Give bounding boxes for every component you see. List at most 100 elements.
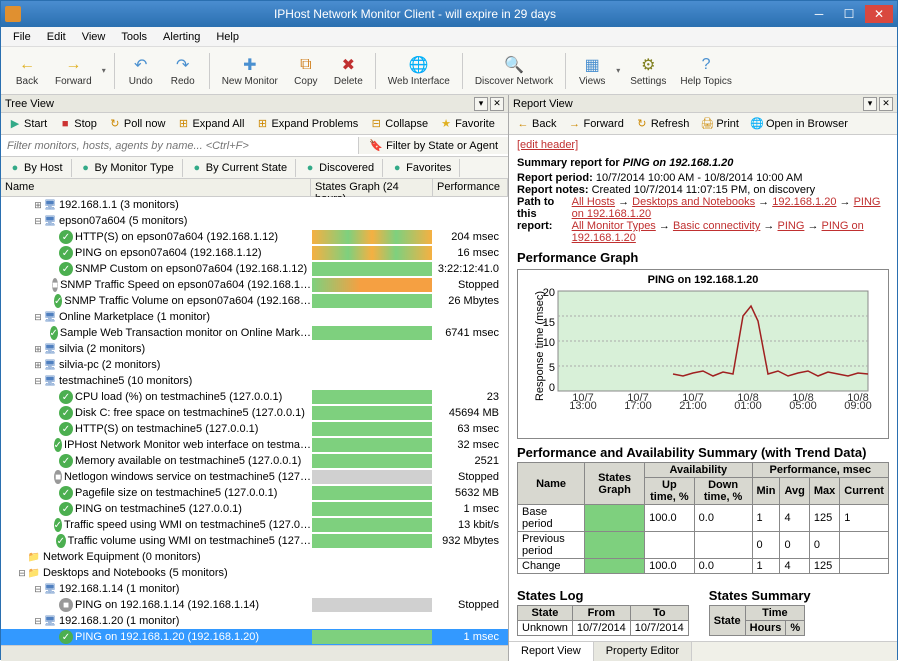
forward-button[interactable]: →Forward	[562, 116, 629, 132]
report-body[interactable]: [edit header] Summary report for PING on…	[509, 135, 897, 641]
dropdown-arrow[interactable]: ▾	[614, 66, 622, 75]
tree-row[interactable]: ✓SNMP Custom on epson07a604 (192.168.1.1…	[1, 261, 508, 277]
tree-row[interactable]: ✓Pagefile size on testmachine5 (127.0.0.…	[1, 485, 508, 501]
tab-by-current-state[interactable]: ●By Current State	[183, 159, 296, 177]
filter-by-state-button[interactable]: 🔖 Filter by State or Agent	[358, 137, 508, 154]
tree-row[interactable]: ⊞🖥192.168.1.1 (3 monitors)	[1, 197, 508, 213]
print-button[interactable]: 🖨Print	[695, 116, 745, 132]
discover-network-button[interactable]: 🔍Discover Network	[469, 52, 559, 89]
undo-button[interactable]: ↶Undo	[121, 52, 161, 89]
tree-row[interactable]: ✓Disk C: free space on testmachine5 (127…	[1, 405, 508, 421]
tree-row[interactable]: ✓SNMP Traffic Volume on epson07a604 (192…	[1, 293, 508, 309]
tree-row[interactable]: ■PING on 192.168.1.14 (192.168.1.14)Stop…	[1, 597, 508, 613]
maximize-button[interactable]: ☐	[835, 5, 863, 23]
refresh-button[interactable]: ↻Refresh	[630, 116, 696, 132]
states-graph-cell	[312, 566, 432, 580]
menu-help[interactable]: Help	[208, 29, 247, 45]
menu-edit[interactable]: Edit	[39, 29, 74, 45]
tree-row[interactable]: ⊞🖥silvia (2 monitors)	[1, 341, 508, 357]
tree-row[interactable]: ✓Sample Web Transaction monitor on Onlin…	[1, 325, 508, 341]
breadcrumb-link[interactable]: 192.168.1.20	[772, 196, 836, 208]
tab-report-view[interactable]: Report View	[509, 642, 594, 661]
tab-by-monitor-type[interactable]: ●By Monitor Type	[72, 159, 183, 177]
col-graph[interactable]: States Graph (24 hours)	[311, 179, 433, 196]
views-button[interactable]: ▦Views	[572, 52, 612, 89]
poll-now-button[interactable]: ↻Poll now	[103, 116, 172, 132]
back-button[interactable]: ←Back	[7, 52, 47, 89]
web-interface-button[interactable]: 🌐Web Interface	[382, 52, 456, 89]
tree-row[interactable]: ✓IPHost Network Monitor web interface on…	[1, 437, 508, 453]
expander-icon[interactable]: ⊟	[33, 616, 43, 627]
tab-property-editor[interactable]: Property Editor	[594, 642, 692, 661]
minimize-button[interactable]: ─	[805, 5, 833, 23]
expand-all-button[interactable]: ⊞Expand All	[171, 116, 250, 132]
tree-row[interactable]: ⊟🖥192.168.1.20 (1 monitor)	[1, 613, 508, 629]
tree-row[interactable]: ⊟🖥192.168.1.14 (1 monitor)	[1, 581, 508, 597]
status-ok-icon: ✓	[59, 246, 73, 260]
expander-icon[interactable]: ⊞	[33, 360, 43, 371]
expander-icon[interactable]: ⊟	[33, 584, 43, 595]
edit-header-link[interactable]: [edit header]	[517, 139, 578, 151]
expander-icon[interactable]: ⊟	[33, 216, 43, 227]
expander-icon[interactable]: ⊟	[33, 376, 43, 387]
tree-row[interactable]: ✓CPU load (%) on testmachine5 (127.0.0.1…	[1, 389, 508, 405]
settings-button[interactable]: ⚙Settings	[624, 52, 672, 89]
filter-input[interactable]	[1, 138, 358, 154]
menu-file[interactable]: File	[5, 29, 39, 45]
horizontal-scrollbar[interactable]	[1, 645, 508, 661]
tree-row[interactable]: ■SNMP Traffic Speed on epson07a604 (192.…	[1, 277, 508, 293]
tree-row[interactable]: ⊞🖥silvia-pc (2 monitors)	[1, 357, 508, 373]
breadcrumb-link[interactable]: All Hosts	[572, 196, 615, 208]
breadcrumb-link[interactable]: PING	[778, 220, 805, 232]
tree-row[interactable]: ⊟🖥testmachine5 (10 monitors)	[1, 373, 508, 389]
breadcrumb-link[interactable]: Desktops and Notebooks	[632, 196, 755, 208]
tree-row[interactable]: ⊟🖥epson07a604 (5 monitors)	[1, 213, 508, 229]
expand-problems-button[interactable]: ⊞Expand Problems	[250, 116, 364, 132]
tab-favorites[interactable]: ●Favorites	[383, 159, 460, 177]
tree-row[interactable]: ⊟🖥Online Marketplace (1 monitor)	[1, 309, 508, 325]
tree-body[interactable]: ⊞🖥192.168.1.1 (3 monitors)⊟🖥epson07a604 …	[1, 197, 508, 645]
expander-icon[interactable]: ⊞	[33, 344, 43, 355]
redo-button[interactable]: ↷Redo	[163, 52, 203, 89]
pane-menu-button[interactable]: ▾	[474, 97, 488, 111]
pane-close-button[interactable]: ✕	[879, 97, 893, 111]
help-topics-button[interactable]: ?Help Topics	[674, 52, 738, 89]
expander-icon[interactable]: ⊞	[33, 200, 43, 211]
back-button[interactable]: ←Back	[511, 116, 562, 132]
dropdown-arrow[interactable]: ▾	[100, 66, 108, 75]
copy-button[interactable]: ⧉Copy	[286, 52, 326, 89]
col-name[interactable]: Name	[1, 179, 311, 196]
tab-discovered[interactable]: ●Discovered	[296, 159, 383, 177]
tree-row[interactable]: 📁Network Equipment (0 monitors)	[1, 549, 508, 565]
pane-menu-button[interactable]: ▾	[863, 97, 877, 111]
favorite-button[interactable]: ★Favorite	[434, 116, 501, 132]
forward-button[interactable]: →Forward	[49, 52, 98, 89]
expander-icon[interactable]: ⊟	[33, 312, 43, 323]
breadcrumb-link[interactable]: Basic connectivity	[673, 220, 760, 232]
tree-row[interactable]: ✓PING on 192.168.1.20 (192.168.1.20)1 ms…	[1, 629, 508, 645]
collapse-button[interactable]: ⊟Collapse	[364, 116, 434, 132]
col-perf[interactable]: Performance	[433, 179, 508, 196]
tab-by-host[interactable]: ●By Host	[1, 159, 72, 177]
tree-row[interactable]: ✓Memory available on testmachine5 (127.0…	[1, 453, 508, 469]
tree-row[interactable]: ✓HTTP(S) on testmachine5 (127.0.0.1)63 m…	[1, 421, 508, 437]
tree-row[interactable]: ✓Traffic volume using WMI on testmachine…	[1, 533, 508, 549]
tree-row[interactable]: ⊟📁Desktops and Notebooks (5 monitors)	[1, 565, 508, 581]
menu-view[interactable]: View	[74, 29, 114, 45]
pane-close-button[interactable]: ✕	[490, 97, 504, 111]
expander-icon[interactable]: ⊟	[17, 568, 27, 579]
open-in-browser-button[interactable]: 🌐Open in Browser	[745, 116, 854, 132]
tree-row[interactable]: ✓PING on epson07a604 (192.168.1.12)16 ms…	[1, 245, 508, 261]
tree-row[interactable]: ■Netlogon windows service on testmachine…	[1, 469, 508, 485]
start-button[interactable]: ▶Start	[3, 116, 53, 132]
tree-row[interactable]: ✓PING on testmachine5 (127.0.0.1)1 msec	[1, 501, 508, 517]
close-button[interactable]: ✕	[865, 5, 893, 23]
delete-button[interactable]: ✖Delete	[328, 52, 369, 89]
menu-tools[interactable]: Tools	[113, 29, 155, 45]
tree-row[interactable]: ✓Traffic speed using WMI on testmachine5…	[1, 517, 508, 533]
breadcrumb-link[interactable]: All Monitor Types	[572, 220, 656, 232]
tree-row[interactable]: ✓HTTP(S) on epson07a604 (192.168.1.12)20…	[1, 229, 508, 245]
menu-alerting[interactable]: Alerting	[155, 29, 208, 45]
new-monitor-button[interactable]: ✚New Monitor	[216, 52, 284, 89]
stop-button[interactable]: ■Stop	[53, 116, 103, 132]
